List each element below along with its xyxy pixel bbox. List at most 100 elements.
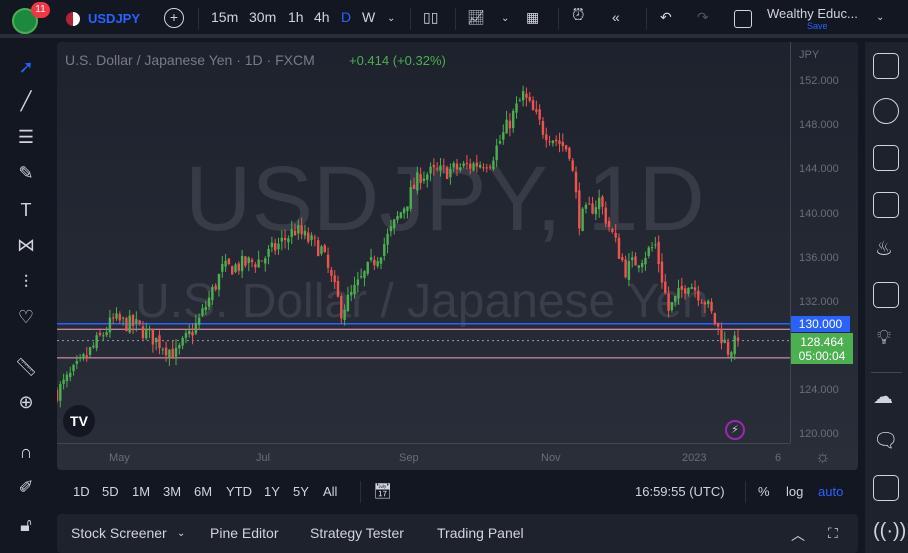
interval-d[interactable]: D — [341, 9, 351, 25]
unlock-icon[interactable]: 🔓︎ — [13, 512, 39, 538]
interval-w[interactable]: W — [362, 9, 375, 25]
ruler-icon[interactable]: 📏︎ — [13, 354, 39, 380]
ideas-bulb-icon[interactable]: 💡︎ — [877, 327, 891, 350]
maximize-icon[interactable]: ⛶ — [828, 525, 838, 542]
currency-selector[interactable]: JPY — [799, 49, 819, 61]
chevron-down-icon[interactable]: ⌄ — [387, 13, 395, 24]
fullscreen-checkbox[interactable] — [734, 10, 752, 28]
add-list-icon[interactable] — [873, 192, 899, 218]
pattern-icon[interactable]: ⋈ — [13, 232, 39, 258]
range-1y[interactable]: 1Y — [264, 484, 280, 499]
fib-icon[interactable]: ☰ — [13, 124, 39, 150]
candle-up — [730, 352, 733, 358]
candle-up — [234, 264, 237, 273]
candle-up — [350, 291, 353, 296]
candle-up — [426, 174, 429, 180]
tab-pine-editor[interactable]: Pine Editor — [210, 525, 278, 541]
news-icon[interactable] — [873, 145, 899, 171]
chart-settings-icon[interactable]: ☼ — [815, 447, 831, 467]
replay-icon[interactable]: « — [612, 9, 620, 25]
chevron-down-icon[interactable]: ⌄ — [501, 13, 509, 24]
legend-change: +0.414 (+0.32%) — [349, 53, 446, 68]
tab-strategy-tester[interactable]: Strategy Tester — [310, 525, 404, 541]
interval-1h[interactable]: 1h — [288, 9, 304, 25]
price-axis[interactable]: JPY 152.000 148.000 144.000 140.000 136.… — [790, 42, 858, 443]
chevron-down-icon[interactable]: ⌄ — [876, 12, 884, 23]
cursor-icon[interactable]: ➚ — [13, 54, 39, 80]
candle-down — [237, 263, 241, 271]
candle-up — [478, 164, 482, 168]
range-6m[interactable]: 6M — [194, 484, 212, 499]
go-to-date-icon[interactable]: 📅︎ — [373, 482, 392, 500]
candle-up — [184, 333, 188, 338]
watchlist-icon[interactable] — [873, 53, 899, 79]
candle-up — [287, 238, 290, 243]
tab-trading-panel[interactable]: Trading Panel — [437, 525, 524, 541]
alert-icon[interactable]: ⏰︎ — [572, 7, 584, 25]
log-toggle[interactable]: log — [786, 484, 803, 499]
heart-icon[interactable]: ♡ — [13, 304, 39, 330]
candle-up — [389, 226, 393, 232]
range-5d[interactable]: 5D — [102, 484, 119, 499]
text-icon[interactable]: T — [13, 197, 39, 223]
chats-icon[interactable]: 🗨︎ — [873, 428, 898, 453]
candle-up — [69, 372, 72, 378]
range-1d[interactable]: 1D — [73, 484, 90, 499]
candles-icon[interactable]: ▯▯ — [423, 9, 438, 26]
chevron-down-icon[interactable]: ⌄ — [177, 528, 185, 539]
lock-drawings-icon[interactable]: ✐ — [13, 474, 39, 500]
zoom-in-icon[interactable]: ⊕ — [13, 389, 39, 415]
chart-pane[interactable]: USDJPY, 1D U.S. Dollar / Japanese Yen U.… — [57, 42, 858, 470]
range-5y[interactable]: 5Y — [293, 484, 309, 499]
save-button[interactable]: Save — [807, 21, 828, 31]
lightning-icon[interactable]: ⚡︎ — [725, 420, 745, 440]
candle-up — [366, 261, 369, 274]
indicators-icon[interactable]: 📈︎ — [467, 9, 485, 26]
alarm-icon[interactable] — [873, 98, 899, 124]
layout-grid-icon[interactable]: ▦ — [526, 9, 539, 26]
interval-15m[interactable]: 15m — [211, 9, 238, 25]
chevron-up-icon[interactable]: ︿ — [791, 525, 805, 545]
candle-up — [498, 141, 502, 144]
candle-up — [677, 288, 680, 299]
candle-up — [459, 167, 462, 171]
undo-icon[interactable]: ↶ — [660, 9, 672, 26]
layout-name[interactable]: Wealthy Educ... — [767, 6, 858, 21]
percent-toggle[interactable]: % — [758, 484, 770, 499]
prediction-icon[interactable]: ⫶ — [13, 269, 39, 295]
time-axis[interactable]: May Jul Sep Nov 2023 6 — [57, 443, 790, 470]
add-symbol-icon[interactable]: + — [164, 8, 184, 28]
candle-down — [118, 314, 122, 321]
price-tick: 144.000 — [799, 163, 839, 175]
range-1m[interactable]: 1M — [132, 484, 150, 499]
calendar-icon[interactable] — [873, 282, 899, 308]
candle-down — [85, 355, 88, 357]
price-tick: 152.000 — [799, 75, 839, 87]
range-bar: 1D 5D 1M 3M 6M YTD 1Y 5Y All 📅︎ 16:59:55… — [57, 472, 858, 510]
brush-icon[interactable]: ✎ — [13, 160, 39, 186]
redo-icon[interactable]: ↷ — [697, 9, 709, 26]
symbol-search[interactable]: USDJPY — [88, 11, 140, 26]
candle-down — [564, 145, 568, 150]
candle-up — [201, 308, 204, 316]
magnet-icon[interactable]: ∩ — [13, 439, 39, 465]
range-all[interactable]: All — [323, 484, 337, 499]
interval-30m[interactable]: 30m — [249, 9, 276, 25]
hotlist-fire-icon[interactable]: ♨ — [875, 236, 893, 261]
help-icon[interactable]: ((·)) — [873, 520, 906, 543]
clock[interactable]: 16:59:55 (UTC) — [635, 484, 725, 499]
candle-down — [158, 335, 161, 349]
time-tick: Nov — [541, 452, 561, 464]
candle-up — [356, 279, 360, 286]
trend-line-icon[interactable]: ╱ — [13, 88, 39, 114]
tab-stock-screener[interactable]: Stock Screener — [71, 525, 167, 541]
range-3m[interactable]: 3M — [163, 484, 181, 499]
ideas-stream-icon[interactable]: ☁ — [873, 384, 893, 409]
candle-up — [416, 172, 419, 191]
candle-up — [495, 145, 498, 161]
notes-icon[interactable] — [873, 475, 899, 501]
interval-4h[interactable]: 4h — [314, 9, 330, 25]
candle-up — [392, 219, 396, 229]
auto-toggle[interactable]: auto — [818, 484, 843, 499]
range-ytd[interactable]: YTD — [226, 484, 252, 499]
